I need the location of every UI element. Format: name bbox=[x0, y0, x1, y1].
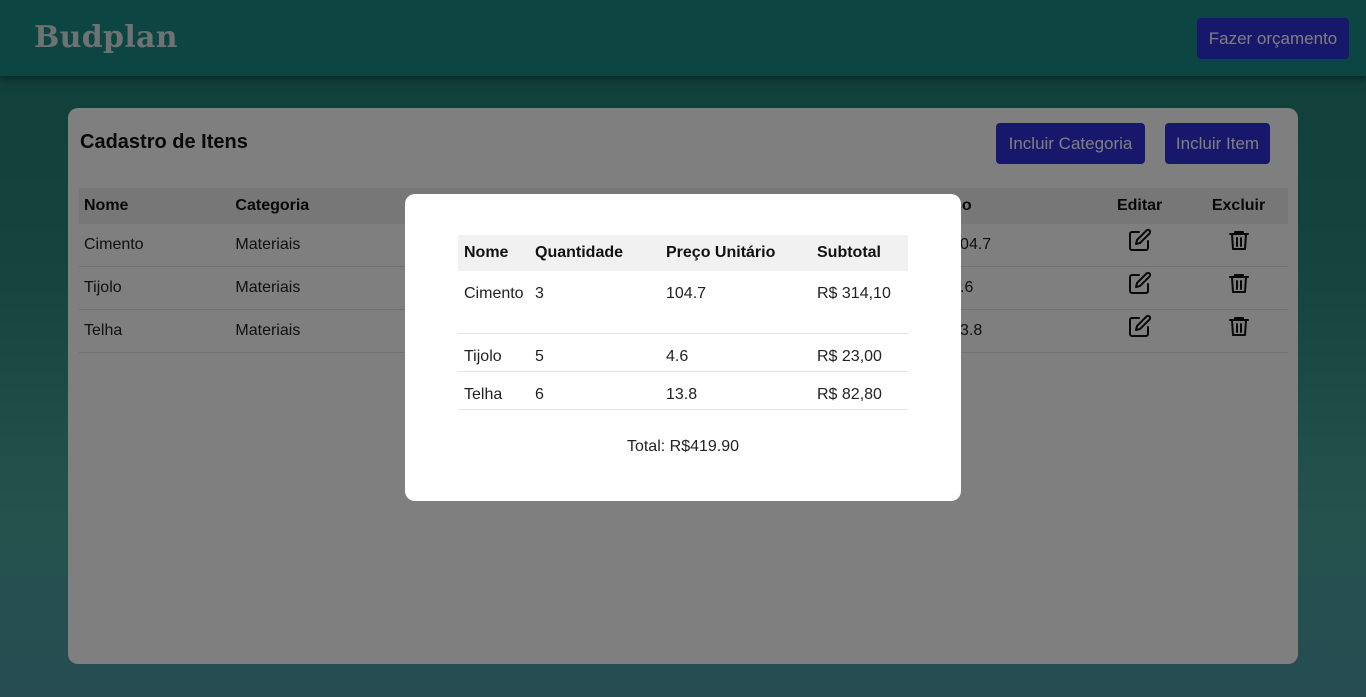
budget-table-header: Nome Quantidade Preço Unitário Subtotal bbox=[458, 235, 908, 271]
budget-total: Total: R$419.90 bbox=[626, 438, 740, 455]
cell-quantidade: 3 bbox=[535, 285, 544, 302]
cell-preco-unitario: 4.6 bbox=[666, 348, 689, 365]
cell-preco-unitario: 13.8 bbox=[666, 386, 698, 403]
cell-nome: Tijolo bbox=[464, 348, 502, 365]
cell-nome: Telha bbox=[464, 386, 503, 403]
cell-nome: Cimento bbox=[464, 285, 524, 302]
cell-quantidade: 5 bbox=[535, 348, 544, 365]
cell-subtotal: R$ 82,80 bbox=[817, 386, 882, 403]
table-row: Tijolo 5 4.6 R$ 23,00 bbox=[458, 334, 908, 372]
budget-modal: Nome Quantidade Preço Unitário Subtotal … bbox=[405, 194, 961, 501]
cell-quantidade: 6 bbox=[535, 386, 544, 403]
col-header-preco-unitario: Preço Unitário bbox=[666, 244, 776, 261]
col-header-nome: Nome bbox=[464, 244, 509, 261]
col-header-quantidade: Quantidade bbox=[535, 244, 624, 261]
table-row: Telha 6 13.8 R$ 82,80 bbox=[458, 372, 908, 410]
budget-table: Nome Quantidade Preço Unitário Subtotal … bbox=[458, 235, 908, 410]
cell-preco-unitario: 104.7 bbox=[666, 285, 707, 302]
cell-subtotal: R$ 23,00 bbox=[817, 348, 882, 365]
table-row: Cimento 3 104.7 R$ 314,10 bbox=[458, 271, 908, 334]
cell-subtotal: R$ 314,10 bbox=[817, 285, 891, 302]
col-header-subtotal: Subtotal bbox=[817, 244, 881, 261]
